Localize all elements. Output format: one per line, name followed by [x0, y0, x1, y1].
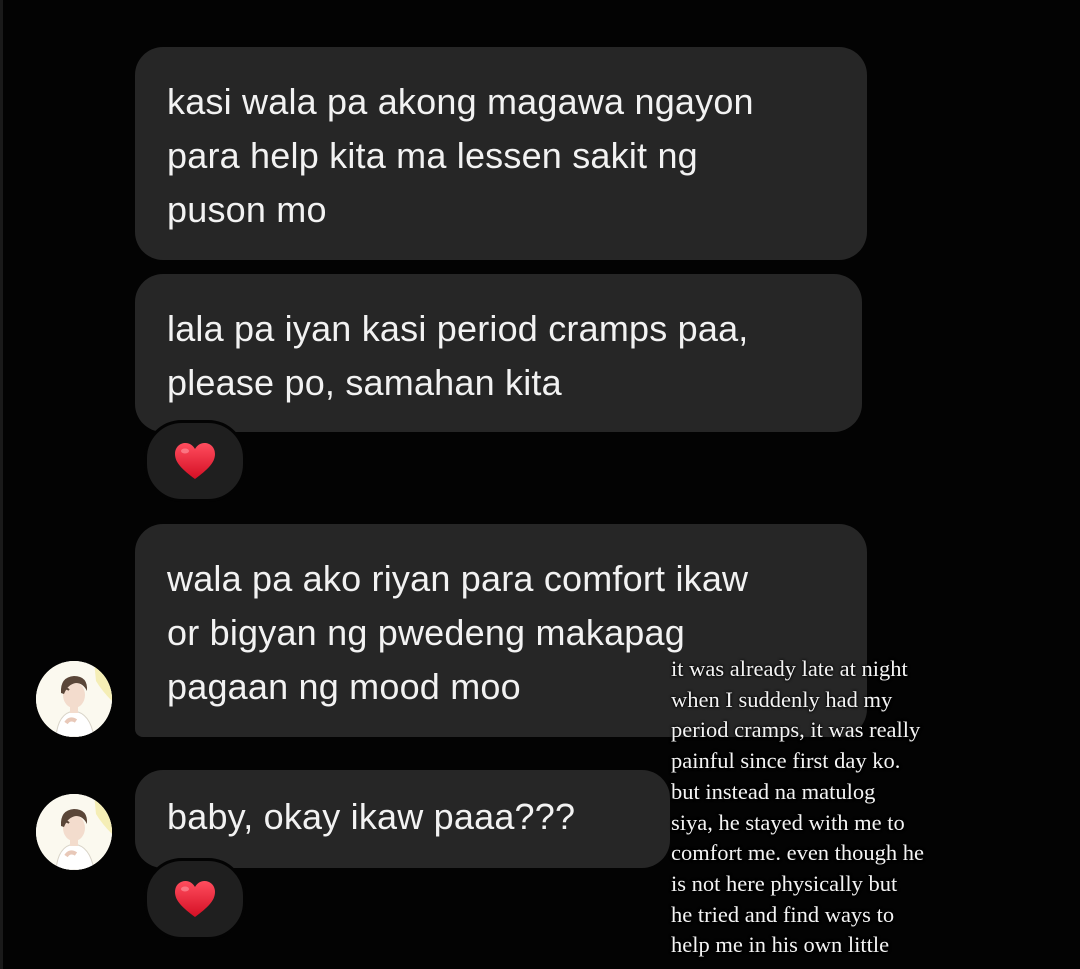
heart-reaction[interactable]: [144, 420, 246, 502]
message-bubble[interactable]: baby, okay ikaw paaa???: [135, 770, 670, 868]
caption-line: comfort me. even though he: [671, 840, 925, 866]
caption-overlay: it was already late at night when I sudd…: [671, 654, 1071, 961]
message-text-line: lala pa iyan kasi period cramps paa,: [167, 308, 749, 349]
caption-line: painful since first day ko.: [671, 748, 901, 774]
caption-line: siya, he stayed with me to: [671, 809, 905, 835]
message-text-line: or bigyan ng pwedeng makapag: [167, 612, 685, 653]
message-text-line: kasi wala pa akong magawa ngayon: [167, 81, 754, 122]
message-bubble[interactable]: lala pa iyan kasi period cramps paa, ple…: [135, 274, 862, 432]
message-text-line: para help kita ma lessen sakit ng: [167, 135, 698, 176]
avatar-icon: [36, 794, 112, 870]
avatar-icon: [36, 661, 112, 737]
chat-screen: kasi wala pa akong magawa ngayon para he…: [0, 0, 1080, 969]
caption-line: help me in his own little: [671, 932, 890, 958]
caption-line: it was already late at night: [671, 656, 908, 681]
caption-line: when I suddenly had my: [671, 686, 893, 712]
message-text-line: puson mo: [167, 189, 327, 230]
heart-icon: [175, 881, 215, 917]
contact-avatar[interactable]: [36, 794, 112, 870]
heart-reaction[interactable]: [144, 858, 246, 940]
screen-edge: [0, 0, 3, 969]
message-text-line: wala pa ako riyan para comfort ikaw: [167, 558, 749, 599]
contact-avatar[interactable]: [36, 661, 112, 737]
caption-line: period cramps, it was really: [671, 717, 921, 743]
message-text-line: baby, okay ikaw paaa???: [167, 796, 576, 837]
caption-line: is not here physically but: [671, 870, 898, 896]
message-bubble[interactable]: kasi wala pa akong magawa ngayon para he…: [135, 47, 867, 260]
heart-icon: [175, 443, 215, 479]
caption-line: he tried and find ways to: [671, 901, 895, 927]
caption-line: but instead na matulog: [671, 778, 876, 804]
message-text-line: please po, samahan kita: [167, 362, 562, 403]
